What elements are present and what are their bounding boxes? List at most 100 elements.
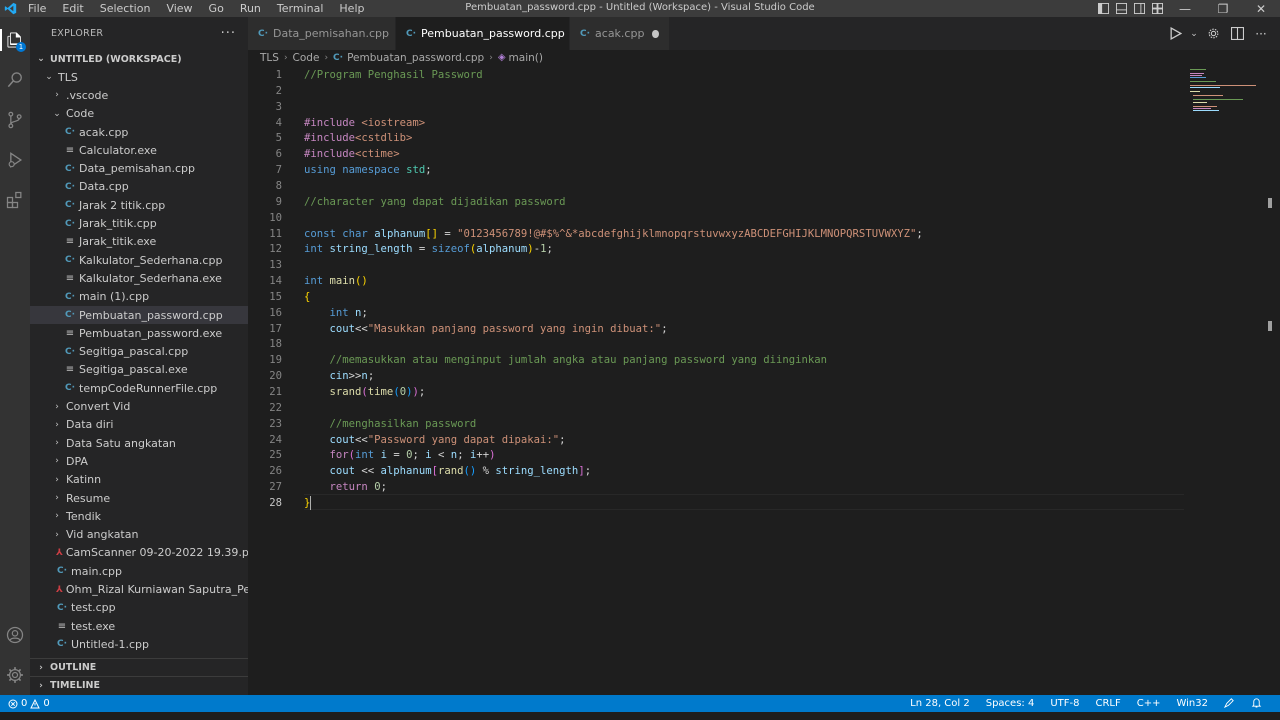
problems-status[interactable]: 0 0 bbox=[4, 698, 54, 709]
platform-config[interactable]: Win32 bbox=[1168, 698, 1216, 709]
tree-file[interactable]: C· tempCodeRunnerFile.cpp bbox=[30, 379, 248, 397]
menu-go[interactable]: Go bbox=[201, 0, 232, 17]
run-dropdown-chevron-icon[interactable]: ⌄ bbox=[1190, 25, 1198, 43]
menu-edit[interactable]: Edit bbox=[54, 0, 91, 17]
tree-file[interactable]: ≡ Calculator.exe bbox=[30, 141, 248, 159]
menu-file[interactable]: File bbox=[20, 0, 54, 17]
tree-file[interactable]: C· Jarak_titik.cpp bbox=[30, 214, 248, 232]
explorer-more-actions-icon[interactable]: ··· bbox=[221, 26, 236, 41]
manage-gear-icon[interactable] bbox=[0, 660, 30, 690]
menu-terminal[interactable]: Terminal bbox=[269, 0, 332, 17]
run-debug-icon[interactable] bbox=[0, 145, 30, 175]
tree-folder[interactable]: › Data Satu angkatan bbox=[30, 434, 248, 452]
tree-file[interactable]: C· Untitled-1.cpp bbox=[30, 635, 248, 653]
tree-file[interactable]: C· main.cpp bbox=[30, 562, 248, 580]
code-text: const char alphanum[] = "0123456789!@#$%… bbox=[304, 226, 923, 242]
editor-tab[interactable]: C· acak.cpp bbox=[570, 17, 670, 50]
tree-folder[interactable]: › Vid angkatan bbox=[30, 526, 248, 544]
tree-file[interactable]: C· Segitiga_pascal.cpp bbox=[30, 343, 248, 361]
tree-folder[interactable]: › Katinn bbox=[30, 471, 248, 489]
tree-folder[interactable]: › Data diri bbox=[30, 416, 248, 434]
notifications-bell-icon[interactable] bbox=[1243, 697, 1270, 711]
tree-file[interactable]: ≡ Pembuatan_password.exe bbox=[30, 324, 248, 342]
settings-gear-icon[interactable] bbox=[1204, 25, 1222, 43]
tree-file[interactable]: ≡ test.exe bbox=[30, 617, 248, 635]
tree-file[interactable]: ⅄Ohm_Rizal Kurniawan Saputra_Perk... bbox=[30, 580, 248, 598]
run-code-icon[interactable] bbox=[1166, 25, 1184, 43]
tree-file[interactable]: ≡ Jarak_titik.exe bbox=[30, 233, 248, 251]
breadcrumb-item[interactable]: TLS bbox=[260, 52, 279, 64]
customize-layout-icon[interactable] bbox=[1148, 0, 1166, 17]
editor-tab[interactable]: C·Pembuatan_password.cpp✕ bbox=[396, 17, 583, 50]
encoding[interactable]: UTF-8 bbox=[1042, 698, 1087, 709]
feedback-icon[interactable] bbox=[1216, 697, 1243, 711]
breadcrumb-item[interactable]: Pembuatan_password.cpp bbox=[347, 52, 484, 64]
code-token: namespace bbox=[342, 164, 400, 177]
breadcrumb-item[interactable]: Code bbox=[293, 52, 320, 64]
workspace-root[interactable]: ⌄ UNTITLED (WORKSPACE) bbox=[30, 50, 248, 68]
restore-button[interactable]: ❐ bbox=[1204, 0, 1242, 17]
close-window-button[interactable]: ✕ bbox=[1242, 0, 1280, 17]
line-number: 25 bbox=[269, 449, 282, 462]
scrollbar-marker bbox=[1268, 321, 1272, 331]
search-icon[interactable] bbox=[0, 65, 30, 95]
language-mode[interactable]: C++ bbox=[1129, 698, 1169, 709]
code-token: >> bbox=[348, 370, 362, 383]
unsaved-dot-icon[interactable] bbox=[652, 29, 659, 38]
menu-run[interactable]: Run bbox=[232, 0, 269, 17]
outline-section[interactable]: › OUTLINE bbox=[30, 658, 248, 676]
tree-file[interactable]: C· test.cpp bbox=[30, 599, 248, 617]
tree-folder[interactable]: › .vscode bbox=[30, 86, 248, 104]
source-control-icon[interactable] bbox=[0, 105, 30, 135]
code-line: 8 bbox=[248, 178, 1188, 194]
code-line: 13 bbox=[248, 257, 1188, 273]
menu-selection[interactable]: Selection bbox=[92, 0, 159, 17]
line-ending[interactable]: CRLF bbox=[1087, 698, 1128, 709]
tree-folder[interactable]: › Resume bbox=[30, 489, 248, 507]
minimap[interactable] bbox=[1190, 65, 1260, 125]
code-editor[interactable]: 1//Program Penghasil Password 2 3 4 #include… bbox=[248, 65, 1280, 695]
split-editor-icon[interactable] bbox=[1228, 25, 1246, 43]
tree-file[interactable]: ≡ Segitiga_pascal.exe bbox=[30, 361, 248, 379]
account-icon[interactable] bbox=[0, 620, 30, 650]
timeline-section[interactable]: › TIMELINE bbox=[30, 676, 248, 694]
toggle-primary-sidebar-icon[interactable] bbox=[1094, 0, 1112, 17]
code-token: #include bbox=[304, 132, 356, 145]
tree-file[interactable]: C· Kalkulator_Sederhana.cpp bbox=[30, 251, 248, 269]
tree-file[interactable]: C· Data.cpp bbox=[30, 178, 248, 196]
toggle-secondary-sidebar-icon[interactable] bbox=[1130, 0, 1148, 17]
extensions-icon[interactable] bbox=[0, 185, 30, 215]
indentation[interactable]: Spaces: 4 bbox=[978, 698, 1043, 709]
toggle-panel-icon[interactable] bbox=[1112, 0, 1130, 17]
explorer-sidebar: EXPLORER ··· ⌄ UNTITLED (WORKSPACE) ⌄ TLS… bbox=[30, 17, 248, 695]
tree-file[interactable]: C· Data_pemisahan.cpp bbox=[30, 160, 248, 178]
editor-tab[interactable]: C· Data_pemisahan.cpp bbox=[248, 17, 396, 50]
status-bar: 0 0 Ln 28, Col 2 Spaces: 4 UTF-8 CRLF C+… bbox=[0, 695, 1280, 712]
tree-file[interactable]: C· main (1).cpp bbox=[30, 288, 248, 306]
code-token: time bbox=[367, 386, 394, 398]
files-icon[interactable]: 1 bbox=[0, 25, 30, 55]
tree-folder[interactable]: ⌄ TLS bbox=[30, 68, 248, 86]
minimize-button[interactable]: — bbox=[1166, 0, 1204, 17]
tree-folder[interactable]: ⌄ Code bbox=[30, 105, 248, 123]
tree-item-label: Tendik bbox=[66, 509, 101, 523]
tree-file[interactable]: C· acak.cpp bbox=[30, 123, 248, 141]
tree-file[interactable]: ≡ Kalkulator_Sederhana.exe bbox=[30, 269, 248, 287]
cursor-position[interactable]: Ln 28, Col 2 bbox=[902, 698, 978, 709]
menu-view[interactable]: View bbox=[158, 0, 200, 17]
tree-item-label: main.cpp bbox=[71, 564, 122, 578]
tree-file[interactable]: ⅄ CamScanner 09-20-2022 19.39.pdf bbox=[30, 544, 248, 562]
tree-folder[interactable]: › Tendik bbox=[30, 507, 248, 525]
tree-file[interactable]: C· Pembuatan_password.cpp bbox=[30, 305, 248, 325]
breadcrumb-item[interactable]: main() bbox=[509, 52, 543, 64]
menu-help[interactable]: Help bbox=[331, 0, 372, 17]
chevron-right-icon: › bbox=[55, 474, 59, 485]
tree-item-label: Jarak_titik.exe bbox=[79, 235, 157, 249]
line-number: 8 bbox=[275, 179, 282, 192]
tree-file[interactable]: C· Jarak 2 titik.cpp bbox=[30, 196, 248, 214]
cpp-file-icon: C· bbox=[64, 200, 76, 211]
tree-folder[interactable]: › DPA bbox=[30, 452, 248, 470]
more-actions-icon[interactable]: ··· bbox=[1252, 25, 1270, 43]
tree-folder[interactable]: › Convert Vid bbox=[30, 397, 248, 415]
code-token: //menghasilkan password bbox=[329, 417, 477, 430]
